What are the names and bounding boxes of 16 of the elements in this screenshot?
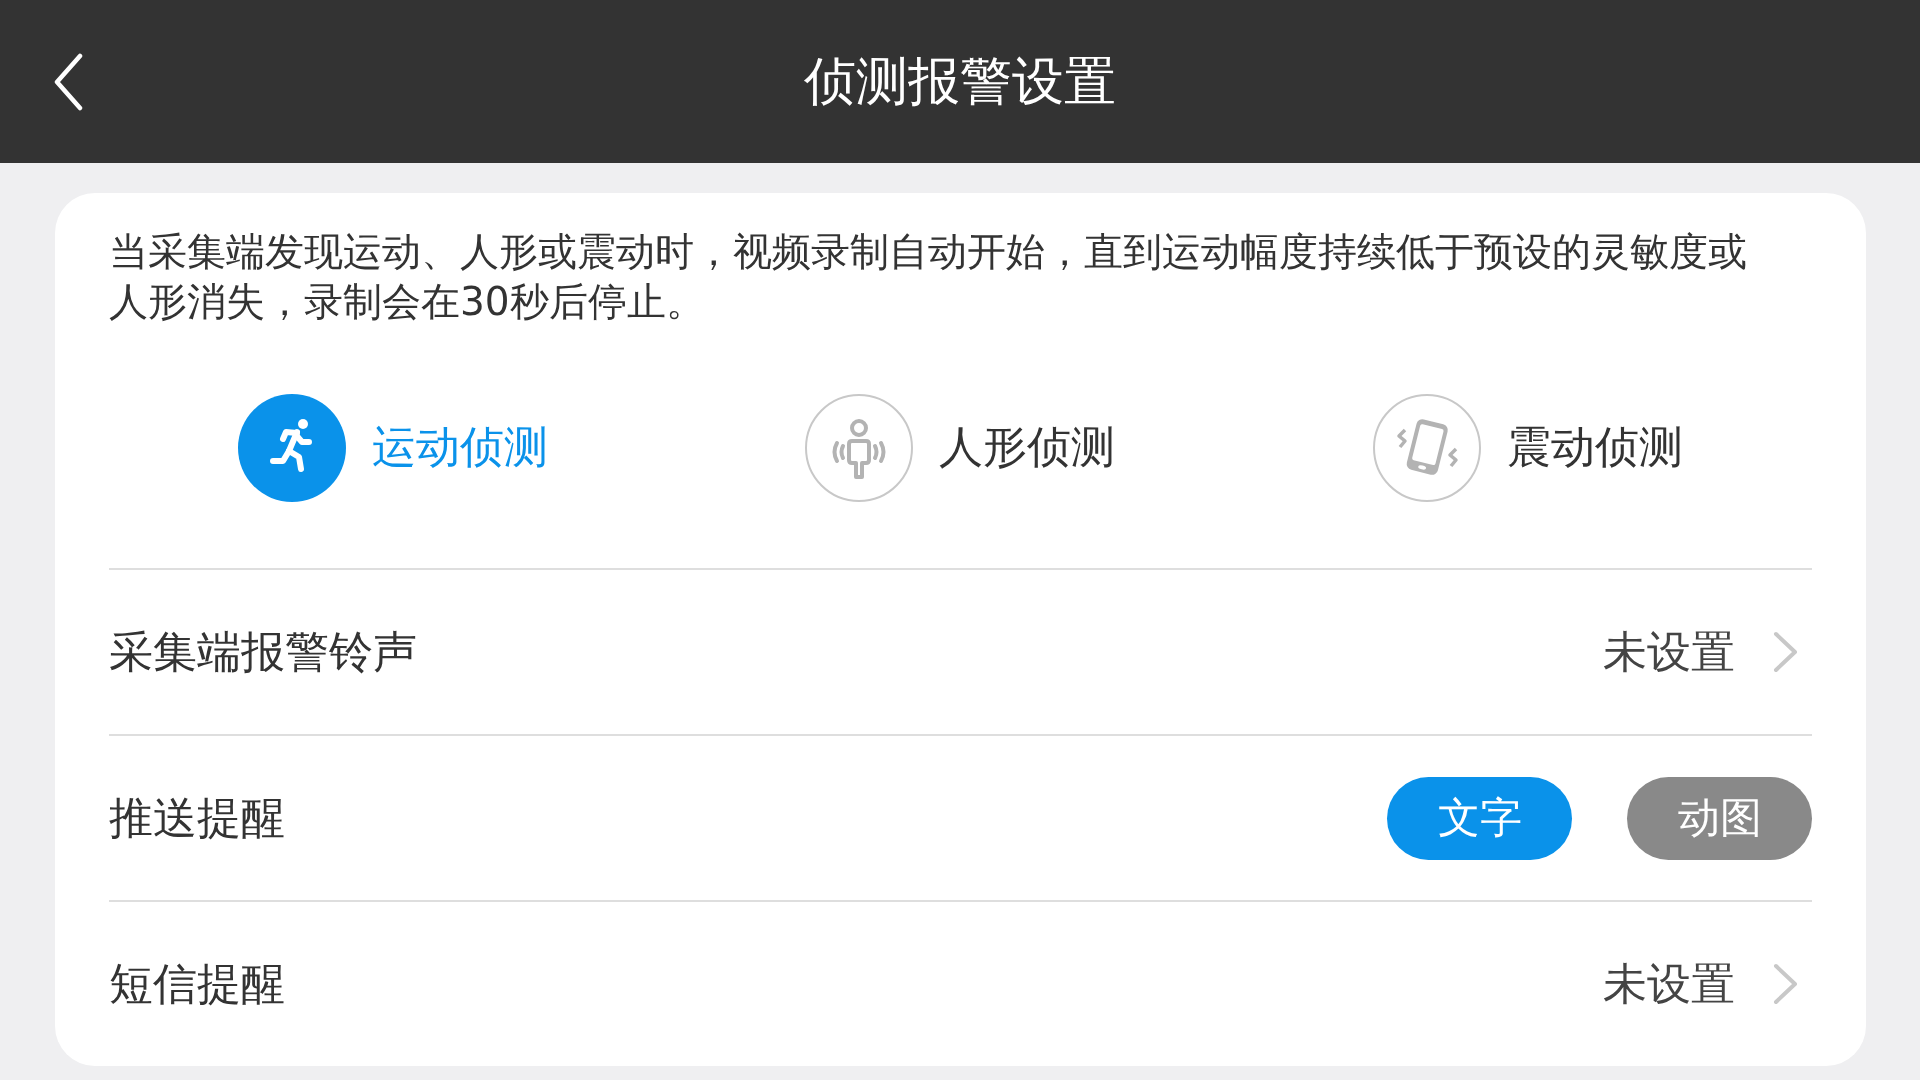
detection-mode-option[interactable]: 震动侦测	[1373, 393, 1684, 502]
setting-label: 短信提醒	[109, 956, 285, 1011]
page-title: 侦测报警设置	[804, 49, 1116, 113]
person-signal-icon	[805, 393, 914, 502]
description-text: 当采集端发现运动、人形或震动时，视频录制自动开始，直到运动幅度持续低于预设的灵敏度或人形消失，录制会在30秒后停止。	[109, 228, 1748, 326]
setting-label: 采集端报警铃声	[109, 624, 417, 679]
chevron-right-icon	[1773, 963, 1798, 1005]
detection-mode-option[interactable]: 人形侦测	[805, 393, 1116, 502]
phone-vibrating-icon	[1373, 393, 1482, 502]
setting-value-link[interactable]: 未设置	[1603, 954, 1812, 1014]
back-icon	[54, 52, 84, 111]
setting-label: 推送提醒	[109, 790, 285, 845]
chevron-right-icon	[1773, 631, 1798, 673]
running-person-icon	[237, 393, 346, 502]
push-type-option[interactable]: 动图	[1627, 776, 1812, 860]
setting-value-link[interactable]: 未设置	[1603, 622, 1812, 682]
